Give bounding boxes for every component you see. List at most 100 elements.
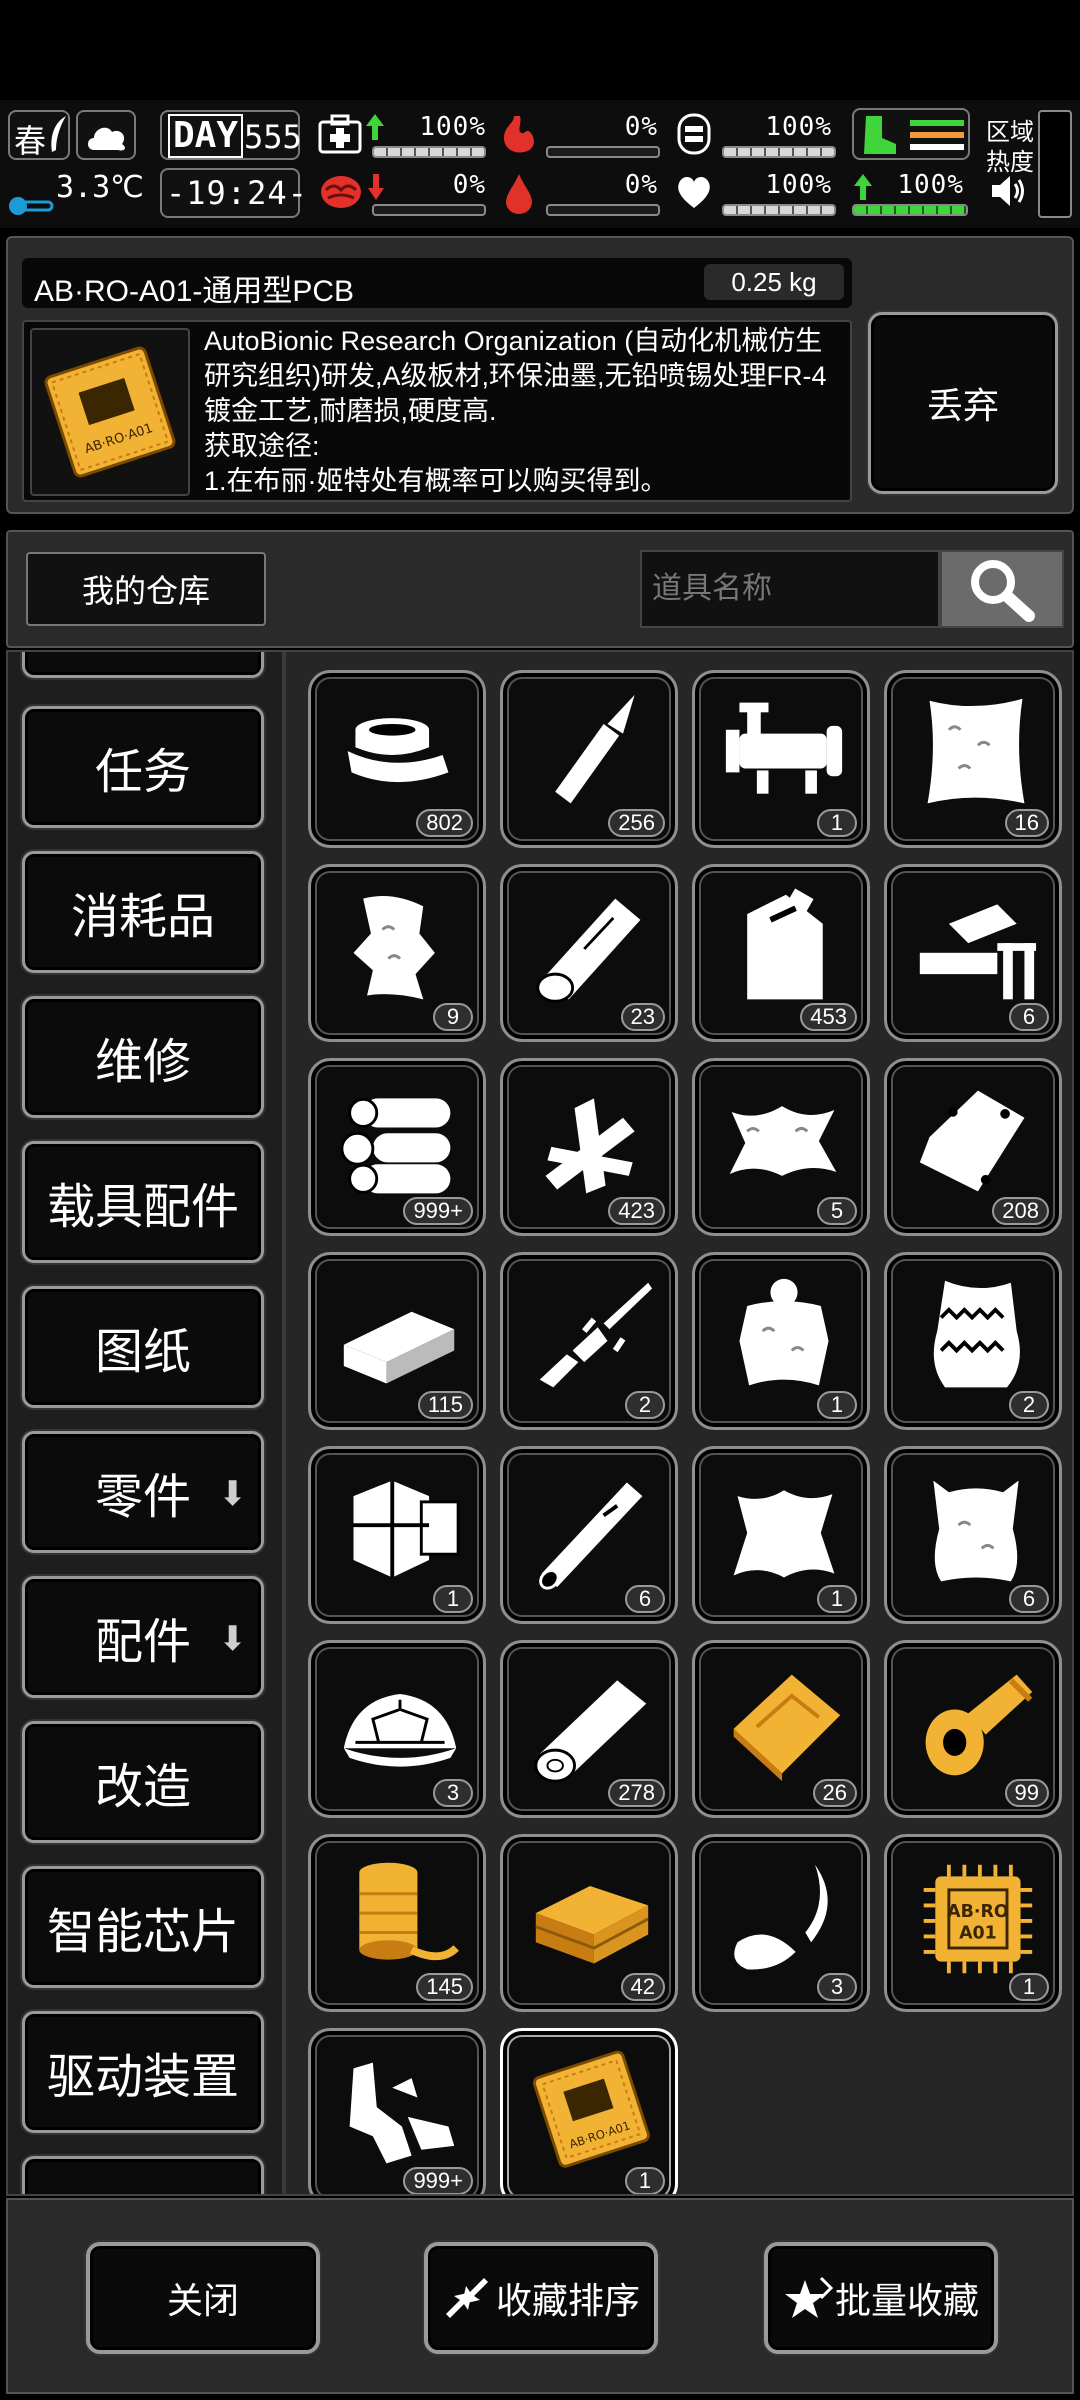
inventory-slot[interactable]: 145: [308, 1834, 486, 2012]
category-drive-units[interactable]: 驱动装置: [22, 2011, 264, 2133]
pcb-board-icon: AB·RO·A01: [532, 2050, 650, 2168]
category-components[interactable]: 零件 ⬇: [22, 1431, 264, 1553]
time-value: -19:24-: [166, 174, 308, 212]
category-hidden-top[interactable]: [22, 652, 264, 678]
item-count: 115: [417, 1391, 473, 1419]
feather-hook-icon: [734, 1864, 828, 1970]
close-button[interactable]: 关闭: [86, 2242, 320, 2354]
infection-bar: [372, 204, 486, 216]
temperature-value: 3.3℃: [56, 170, 144, 205]
category-hidden-bottom[interactable]: [22, 2156, 264, 2194]
blood-drop-icon: [506, 174, 532, 214]
item-count: 26: [812, 1779, 857, 1807]
status-bar: 春 3.3℃ DAY 555 -19:24- 100% 0% 0% 0% 100…: [0, 100, 1080, 228]
cloth-sack-icon: [927, 698, 1025, 804]
brain-icon: [321, 176, 361, 208]
item-count: 16: [1004, 809, 1049, 837]
inventory-slot[interactable]: 16: [884, 670, 1062, 848]
category-blueprints[interactable]: 图纸: [22, 1286, 264, 1408]
tab-my-warehouse[interactable]: 我的仓库: [26, 552, 266, 626]
inventory-slot[interactable]: 115: [308, 1252, 486, 1430]
heart-icon: [678, 176, 710, 208]
star-icon: [784, 2276, 833, 2318]
inventory-slot[interactable]: 1: [692, 1252, 870, 1430]
stomach-icon: [504, 116, 534, 153]
day-value: 555: [244, 118, 302, 156]
category-label: 配件: [94, 1616, 191, 1669]
item-count: 6: [625, 1585, 665, 1613]
item-count: 278: [608, 1779, 665, 1807]
category-label: 维修: [94, 1036, 191, 1089]
inventory-slot[interactable]: 999+: [308, 2028, 486, 2194]
inventory-slot[interactable]: 423: [500, 1058, 678, 1236]
inventory-slot[interactable]: 26: [692, 1640, 870, 1818]
inventory-slot[interactable]: 9: [308, 864, 486, 1042]
inventory-slot[interactable]: 802: [308, 670, 486, 848]
category-sidebar[interactable]: 任务 消耗品 维修 载具配件 图纸 零件 ⬇ 配件 ⬇ 改造 智能芯片 驱动装置: [8, 652, 286, 2194]
search-input[interactable]: [640, 550, 940, 628]
category-modification[interactable]: 改造: [22, 1721, 264, 1843]
item-count: 145: [416, 1973, 473, 2001]
inventory-slot[interactable]: 1: [692, 1446, 870, 1624]
inventory-slot[interactable]: 2: [500, 1252, 678, 1430]
category-task[interactable]: 任务: [22, 706, 264, 828]
inventory-slot[interactable]: AB·RO·A01 1: [500, 2028, 678, 2194]
metal-scrap-icon: [349, 2062, 455, 2164]
category-consumables[interactable]: 消耗品: [22, 851, 264, 973]
item-count: 5: [817, 1197, 857, 1225]
time-box: -19:24-: [160, 168, 307, 218]
inventory-slot[interactable]: 99: [884, 1640, 1062, 1818]
mood-value: 100%: [765, 170, 832, 200]
inventory-slot[interactable]: 278: [500, 1640, 678, 1818]
inventory-slot[interactable]: 3: [308, 1640, 486, 1818]
inventory-slot[interactable]: 6: [884, 864, 1062, 1042]
search-button[interactable]: [940, 550, 1064, 628]
category-label: 智能芯片: [46, 1906, 239, 1959]
plastic-bag-icon: [919, 1090, 1025, 1192]
speaker-icon[interactable]: [990, 174, 1028, 208]
inventory-slot[interactable]: 5: [692, 1058, 870, 1236]
jerrycan-icon: [747, 888, 823, 1000]
category-smart-chips[interactable]: 智能芯片: [22, 1866, 264, 1988]
health-bar: [372, 146, 486, 158]
heat-meter: [1038, 110, 1072, 218]
bear-pelt-icon: [739, 1278, 829, 1386]
hunger-bar: [546, 146, 660, 158]
batch-favorite-button[interactable]: 批量收藏: [764, 2242, 998, 2354]
turtle-shell-icon: [343, 1693, 457, 1767]
inventory-slot[interactable]: 1: [692, 670, 870, 848]
inventory-slot[interactable]: 6: [500, 1446, 678, 1624]
inventory-slot[interactable]: 999+: [308, 1058, 486, 1236]
inventory-slot[interactable]: 6: [884, 1446, 1062, 1624]
item-count: 208: [992, 1197, 1049, 1225]
category-label: 消耗品: [70, 891, 215, 944]
inventory-slot[interactable]: 453: [692, 864, 870, 1042]
inventory-slot[interactable]: 3: [692, 1834, 870, 2012]
bleeding-bar: [546, 204, 660, 216]
category-vehicle-parts[interactable]: 载具配件: [22, 1141, 264, 1263]
inventory-slot[interactable]: 256: [500, 670, 678, 848]
leg-box: [852, 108, 970, 160]
glue-tube-icon: [555, 694, 635, 804]
inventory-slot[interactable]: 2: [884, 1252, 1062, 1430]
animal-pelt-icon: [729, 1106, 837, 1176]
category-repair[interactable]: 维修: [22, 996, 264, 1118]
sort-favorites-button[interactable]: 收藏排序: [424, 2242, 658, 2354]
leg-value: 100%: [897, 170, 964, 200]
stamina-value: 100%: [765, 112, 832, 142]
category-accessories[interactable]: 配件 ⬇: [22, 1576, 264, 1698]
inventory-slot[interactable]: 23: [500, 864, 678, 1042]
inventory-slot[interactable]: 208: [884, 1058, 1062, 1236]
season-label: 春: [14, 122, 47, 160]
engine-part-icon: [353, 1480, 460, 1578]
pipe-valve-icon: [725, 702, 843, 794]
inventory-slot[interactable]: 42: [500, 1834, 678, 2012]
item-count: 1: [817, 1585, 857, 1613]
discard-button[interactable]: 丢弃: [868, 312, 1058, 494]
timber-icon: [534, 1680, 647, 1783]
inventory-area: 任务 消耗品 维修 载具配件 图纸 零件 ⬇ 配件 ⬇ 改造 智能芯片 驱动装置 8…: [6, 650, 1074, 2196]
search-icon: [971, 560, 1035, 622]
svg-text:AB·RO: AB·RO: [947, 1902, 1009, 1922]
inventory-slot[interactable]: 1: [308, 1446, 486, 1624]
inventory-slot[interactable]: AB·RO A01 1: [884, 1834, 1062, 2012]
